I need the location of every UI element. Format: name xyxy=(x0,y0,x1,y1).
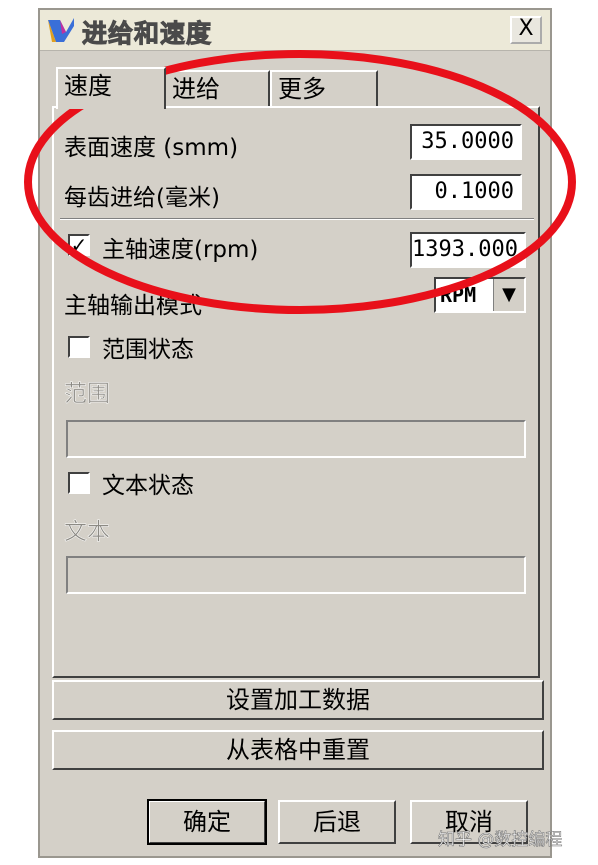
text-status-checkbox[interactable] xyxy=(68,472,90,494)
feed-per-tooth-input[interactable]: 0.1000 xyxy=(410,174,522,210)
tab-speed[interactable]: 速度 xyxy=(56,67,166,109)
ok-button[interactable]: 确定 xyxy=(147,799,267,845)
range-input[interactable] xyxy=(66,420,526,458)
watermark: 知乎 @数控编程 xyxy=(438,830,563,851)
window-title: 进给和速度 xyxy=(81,19,213,49)
spindle-speed-input[interactable]: 1393.000 xyxy=(410,232,526,268)
tab-feed[interactable]: 进给 xyxy=(164,70,270,106)
title-bar: 进给和速度 X xyxy=(40,10,550,51)
spindle-speed-label: 主轴速度(rpm) xyxy=(102,237,259,263)
range-field-label: 范围 xyxy=(64,381,111,408)
text-input[interactable] xyxy=(66,556,526,594)
text-field-label: 文本 xyxy=(64,519,111,546)
back-button[interactable]: 后退 xyxy=(278,800,396,844)
reset-from-table-button[interactable]: 从表格中重置 xyxy=(52,730,544,770)
surface-speed-input[interactable]: 35.0000 xyxy=(410,124,522,160)
feed-speed-dialog: 进给和速度 X 速度 进给 更多 表面速度 (smm) 35.0000 每齿进给… xyxy=(38,8,552,858)
surface-speed-label: 表面速度 (smm) xyxy=(64,135,239,161)
text-status-label: 文本状态 xyxy=(102,473,194,499)
range-status-checkbox[interactable] xyxy=(68,336,90,358)
separator xyxy=(60,218,534,220)
spindle-output-mode-label: 主轴输出模式 xyxy=(64,293,202,319)
feed-per-tooth-label: 每齿进给(毫米) xyxy=(64,185,220,211)
check-mark-icon: ✓ xyxy=(70,233,88,257)
dropdown-arrow-icon[interactable]: ▼ xyxy=(493,279,524,311)
spindle-output-mode-select[interactable]: RPM ▼ xyxy=(434,277,526,313)
spindle-output-mode-value: RPM xyxy=(440,283,477,307)
app-logo-icon xyxy=(48,18,74,42)
spindle-speed-checkbox[interactable]: ✓ xyxy=(68,234,90,256)
range-status-label: 范围状态 xyxy=(102,337,194,363)
close-icon[interactable]: X xyxy=(510,16,542,44)
set-machining-data-button[interactable]: 设置加工数据 xyxy=(52,680,544,720)
tab-more[interactable]: 更多 xyxy=(270,70,378,106)
